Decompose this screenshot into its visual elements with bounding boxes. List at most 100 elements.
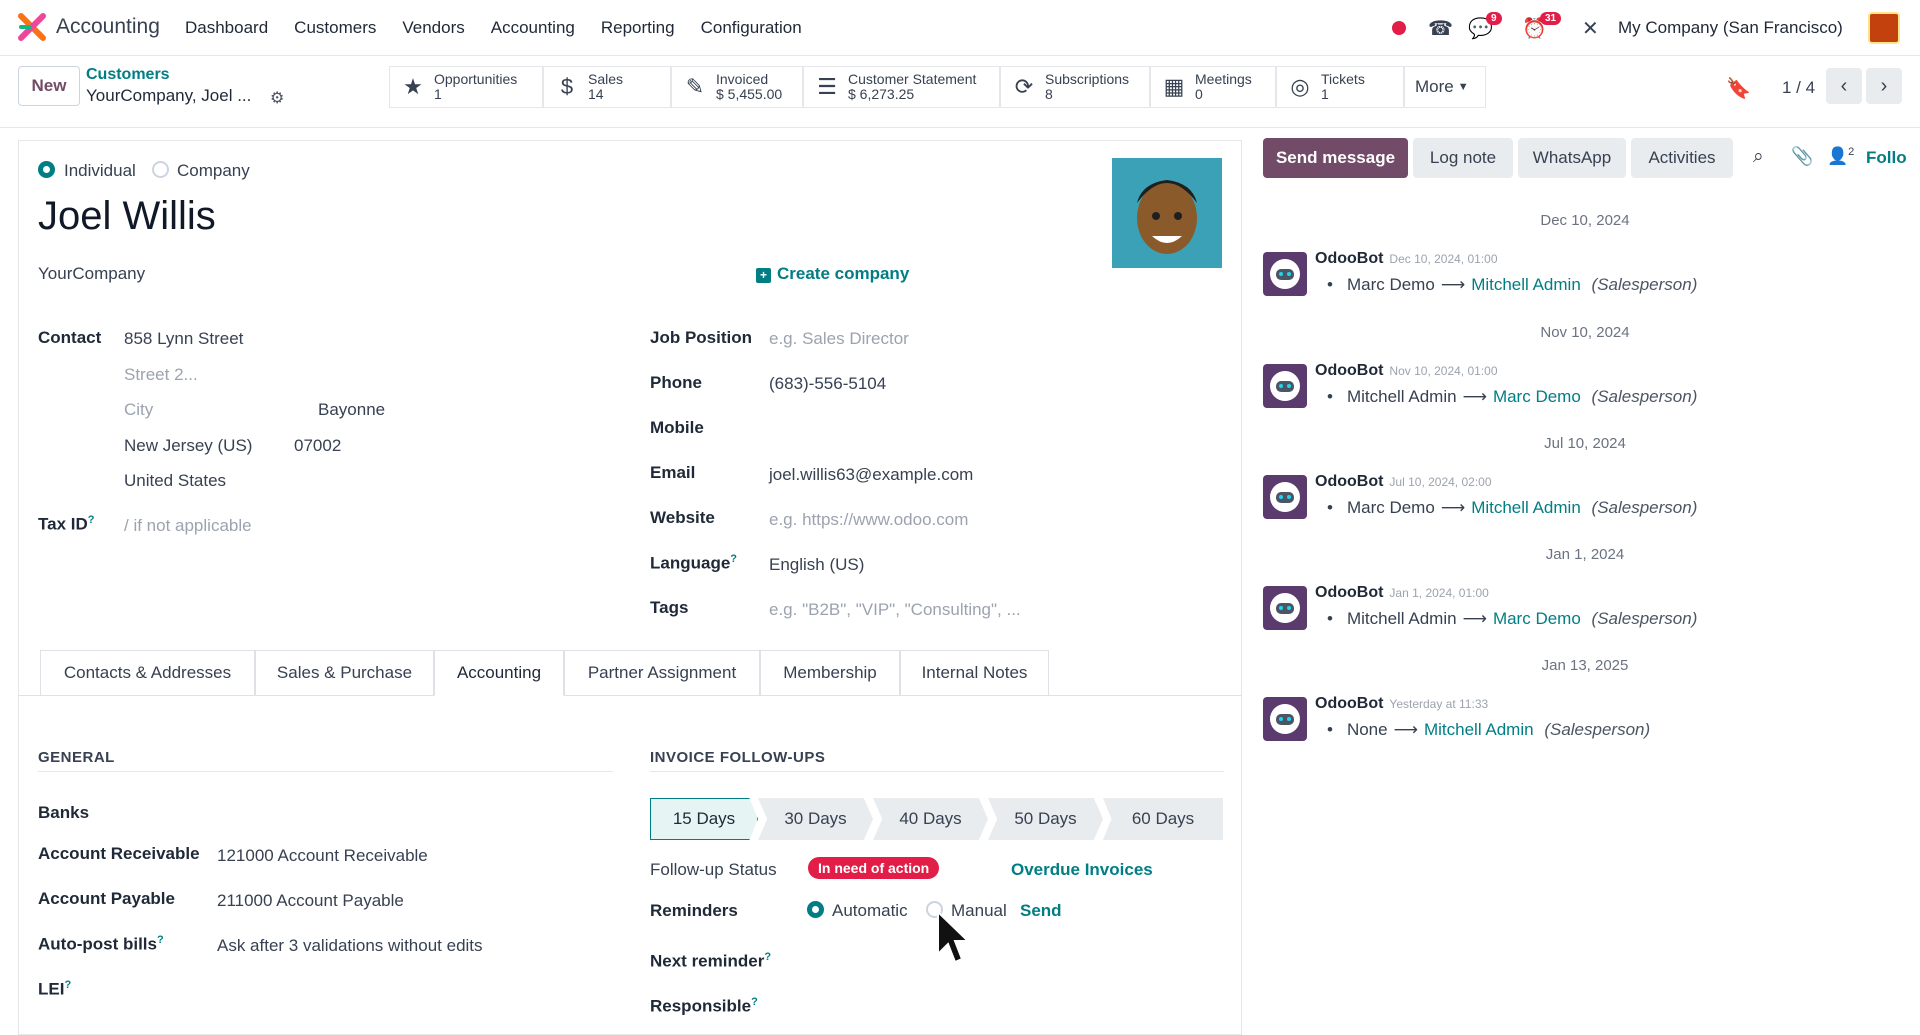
smart-button-tickets[interactable]: ◎ Tickets 1 <box>1276 66 1404 108</box>
help-icon[interactable]: ? <box>157 934 164 946</box>
company-radio[interactable] <box>152 161 169 178</box>
odoobot-avatar[interactable] <box>1263 252 1307 296</box>
tab-accounting[interactable]: Accounting <box>434 650 564 696</box>
odoobot-avatar[interactable] <box>1263 475 1307 519</box>
activities-icon[interactable]: ⏰ 31 <box>1522 0 1562 56</box>
odoobot-avatar[interactable] <box>1263 586 1307 630</box>
help-icon[interactable]: ? <box>64 979 71 991</box>
autopost-field[interactable]: Ask after 3 validations without edits <box>217 936 483 956</box>
reminder-automatic-label[interactable]: Automatic <box>832 901 908 921</box>
bookmark-icon[interactable]: 🔖 <box>1726 76 1751 101</box>
help-icon[interactable]: ? <box>764 951 771 963</box>
partner-avatar-image[interactable] <box>1112 158 1222 268</box>
send-reminder-button[interactable]: Send <box>1020 901 1062 921</box>
odoobot-avatar[interactable] <box>1263 697 1307 741</box>
menu-reporting[interactable]: Reporting <box>601 18 675 38</box>
mobile-label: Mobile <box>650 418 704 437</box>
followup-step-15[interactable]: 15 Days <box>650 798 758 840</box>
smart-button-opportunities[interactable]: ★ Opportunities 1 <box>389 66 543 108</box>
activities-button[interactable]: Activities <box>1631 138 1733 178</box>
message-author[interactable]: OdooBot <box>1315 362 1383 379</box>
city-value[interactable]: Bayonne <box>318 400 385 420</box>
country-field[interactable]: United States <box>124 471 226 491</box>
paperclip-icon[interactable]: 📎 <box>1791 146 1813 167</box>
chatter-message: OdooBot Jul 10, 2024, 02:00 • Marc Demo ⟶ Mit… <box>1263 473 1903 545</box>
debug-tools-icon[interactable]: ✕ <box>1582 0 1599 56</box>
phone-icon[interactable]: ☎ <box>1428 0 1453 56</box>
smart-button-sales[interactable]: $ Sales 14 <box>543 66 671 108</box>
odoobot-avatar[interactable] <box>1263 364 1307 408</box>
whatsapp-button[interactable]: WhatsApp <box>1518 138 1626 178</box>
reminder-automatic-radio[interactable] <box>807 901 824 918</box>
message-author[interactable]: OdooBot <box>1315 250 1383 267</box>
pager-previous-button[interactable]: ‹ <box>1826 68 1862 104</box>
followup-step-60[interactable]: 60 Days <box>1103 798 1223 840</box>
smart-button-invoiced[interactable]: ✎ Invoiced $ 5,455.00 <box>671 66 803 108</box>
taxid-field[interactable]: / if not applicable <box>124 516 252 536</box>
individual-label[interactable]: Individual <box>64 161 136 181</box>
followup-step-40[interactable]: 40 Days <box>873 798 988 840</box>
city-field[interactable]: City <box>124 400 153 420</box>
tags-field[interactable]: e.g. "B2B", "VIP", "Consulting", ... <box>769 600 1021 620</box>
followup-step-30[interactable]: 30 Days <box>758 798 873 840</box>
menu-customers[interactable]: Customers <box>294 18 376 38</box>
message-author[interactable]: OdooBot <box>1315 695 1383 712</box>
message-author[interactable]: OdooBot <box>1315 584 1383 601</box>
gear-icon[interactable]: ⚙ <box>270 88 284 108</box>
payable-field[interactable]: 211000 Account Payable <box>217 891 404 911</box>
search-icon[interactable]: ⌕ <box>1753 146 1764 168</box>
new-button[interactable]: New <box>18 66 80 106</box>
tab-sales-purchase[interactable]: Sales & Purchase <box>255 650 434 696</box>
receivable-label: Account Receivable <box>38 844 200 863</box>
street-field[interactable]: 858 Lynn Street <box>124 329 243 349</box>
user-avatar[interactable] <box>1868 0 1900 56</box>
follow-button[interactable]: Follo <box>1866 148 1907 168</box>
language-field[interactable]: English (US) <box>769 555 864 575</box>
phone-field[interactable]: (683)-556-5104 <box>769 374 886 394</box>
help-icon[interactable]: ? <box>751 996 758 1008</box>
more-dropdown[interactable]: More ▼ <box>1404 66 1486 108</box>
messages-icon[interactable]: 💬 9 <box>1468 0 1502 56</box>
street2-field[interactable]: Street 2... <box>124 365 198 385</box>
receivable-field[interactable]: 121000 Account Receivable <box>217 846 428 866</box>
tab-contacts-addresses[interactable]: Contacts & Addresses <box>40 650 255 696</box>
breadcrumb-parent[interactable]: Customers <box>86 66 170 84</box>
mobile-field[interactable] <box>769 412 1209 442</box>
send-message-button[interactable]: Send message <box>1263 138 1408 178</box>
smart-button-subscriptions[interactable]: ⟳ Subscriptions 8 <box>1000 66 1150 108</box>
menu-vendors[interactable]: Vendors <box>402 18 464 38</box>
menu-configuration[interactable]: Configuration <box>701 18 802 38</box>
followers-icon[interactable]: 👤2 <box>1827 146 1854 167</box>
job-position-field[interactable]: e.g. Sales Director <box>769 329 909 349</box>
accounting-app-icon[interactable] <box>18 13 46 41</box>
parent-company[interactable]: YourCompany <box>38 264 145 284</box>
state-field[interactable]: New Jersey (US) <box>124 436 252 456</box>
create-company-button[interactable]: + Create company <box>756 264 909 284</box>
menu-accounting[interactable]: Accounting <box>491 18 575 38</box>
email-field[interactable]: joel.willis63@example.com <box>769 465 973 485</box>
tab-internal-notes[interactable]: Internal Notes <box>900 650 1049 696</box>
smart-button-meetings[interactable]: ▦ Meetings 0 <box>1150 66 1276 108</box>
pager-next-button[interactable]: › <box>1866 68 1902 104</box>
zip-field[interactable]: 07002 <box>294 436 341 456</box>
help-icon[interactable]: ? <box>730 553 737 565</box>
help-icon[interactable]: ? <box>88 514 95 526</box>
tab-partner-assignment[interactable]: Partner Assignment <box>564 650 760 696</box>
followup-step-50[interactable]: 50 Days <box>988 798 1103 840</box>
menu-dashboard[interactable]: Dashboard <box>185 18 268 38</box>
website-field[interactable]: e.g. https://www.odoo.com <box>769 510 968 530</box>
smart-button-customer-statement[interactable]: ☰ Customer Statement $ 6,273.25 <box>803 66 1000 108</box>
company-switcher[interactable]: My Company (San Francisco) <box>1618 0 1843 56</box>
company-label[interactable]: Company <box>177 161 250 181</box>
tab-membership[interactable]: Membership <box>760 650 900 696</box>
smart-label: Sales <box>588 71 624 87</box>
partner-name[interactable]: Joel Willis <box>38 194 216 239</box>
record-dot-icon[interactable] <box>1392 0 1406 56</box>
message-author[interactable]: OdooBot <box>1315 473 1383 490</box>
log-note-button[interactable]: Log note <box>1413 138 1513 178</box>
message-date: Jan 1, 2024, 01:00 <box>1389 586 1489 600</box>
app-name[interactable]: Accounting <box>56 15 160 39</box>
pager-value[interactable]: 1 / 4 <box>1782 78 1815 98</box>
overdue-invoices-link[interactable]: Overdue Invoices <box>1011 860 1153 880</box>
individual-radio[interactable] <box>38 161 55 178</box>
